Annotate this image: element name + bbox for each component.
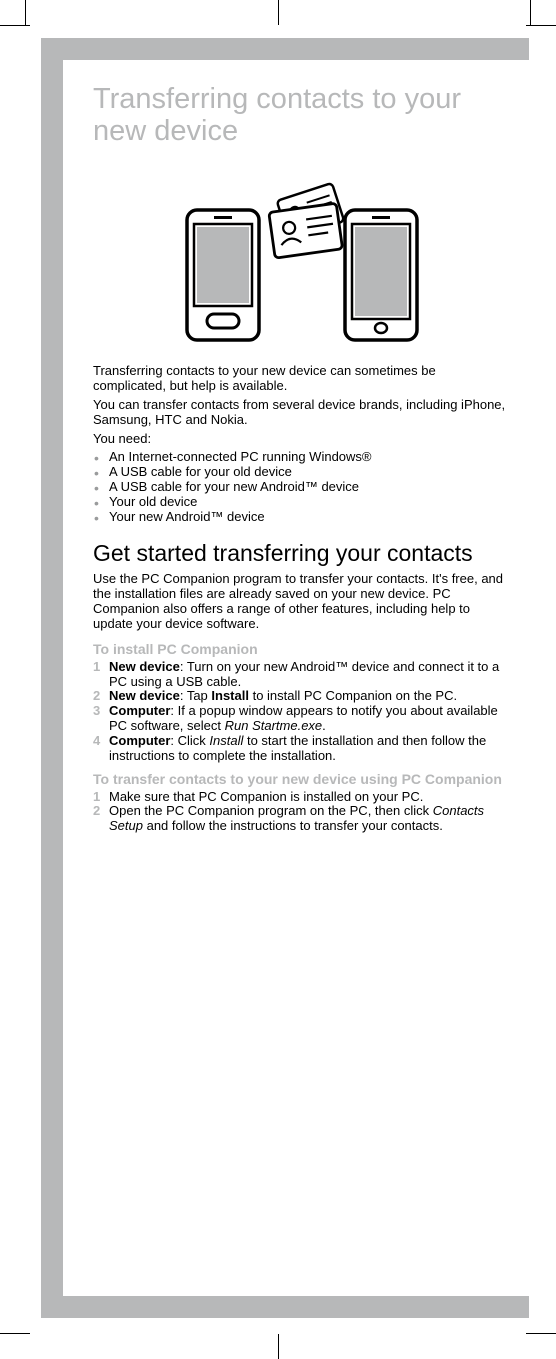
list-item: An Internet-connected PC running Windows… (93, 450, 511, 465)
list-item: Your old device (93, 495, 511, 510)
section-paragraph: Use the PC Companion program to transfer… (93, 572, 511, 632)
step-item: 2 New device: Tap Install to install PC … (93, 689, 511, 704)
hero-illustration (93, 160, 511, 350)
step-item: 2 Open the PC Companion program on the P… (93, 804, 511, 834)
you-need-label: You need: (93, 432, 511, 447)
step-text: Open the PC Companion program on the PC,… (109, 803, 433, 818)
step-number: 1 (93, 790, 100, 805)
step-item: 4 Computer: Click Install to start the i… (93, 734, 511, 764)
step-bold: New device (109, 688, 180, 703)
list-item: A USB cable for your new Android™ device (93, 480, 511, 495)
step-text: to install PC Companion on the PC. (249, 688, 457, 703)
step-italic: Install (209, 733, 243, 748)
section-heading: Get started transferring your contacts (93, 541, 511, 566)
step-number: 2 (93, 804, 100, 819)
subheading-install: To install PC Companion (93, 642, 511, 657)
step-number: 4 (93, 734, 100, 749)
step-item: 1 New device: Turn on your new Android™ … (93, 660, 511, 690)
list-item: A USB cable for your old device (93, 465, 511, 480)
step-text: : Click (170, 733, 209, 748)
page-title: Transferring contacts to your new device (93, 84, 511, 148)
step-item: 3 Computer: If a popup window appears to… (93, 704, 511, 734)
intro-paragraph-2: You can transfer contacts from several d… (93, 398, 511, 428)
step-italic: Run Startme.exe (225, 718, 323, 733)
transfer-steps: 1 Make sure that PC Companion is install… (93, 790, 511, 835)
list-item: Your new Android™ device (93, 510, 511, 525)
step-number: 2 (93, 689, 100, 704)
step-bold: Install (211, 688, 249, 703)
install-steps: 1 New device: Turn on your new Android™ … (93, 660, 511, 765)
page-content: Transferring contacts to your new device (41, 38, 529, 1318)
step-number: 1 (93, 660, 100, 675)
step-text: . (322, 718, 326, 733)
step-text: Make sure that PC Companion is installed… (109, 789, 423, 804)
intro-paragraph-1: Transferring contacts to your new device… (93, 364, 511, 394)
subheading-transfer: To transfer contacts to your new device … (93, 772, 511, 787)
requirements-list: An Internet-connected PC running Windows… (93, 450, 511, 525)
step-bold: New device (109, 659, 180, 674)
step-text: : Tap (180, 688, 212, 703)
step-bold: Computer (109, 703, 170, 718)
step-bold: Computer (109, 733, 170, 748)
step-item: 1 Make sure that PC Companion is install… (93, 790, 511, 805)
step-number: 3 (93, 704, 100, 719)
step-text: and follow the instructions to transfer … (143, 818, 443, 833)
